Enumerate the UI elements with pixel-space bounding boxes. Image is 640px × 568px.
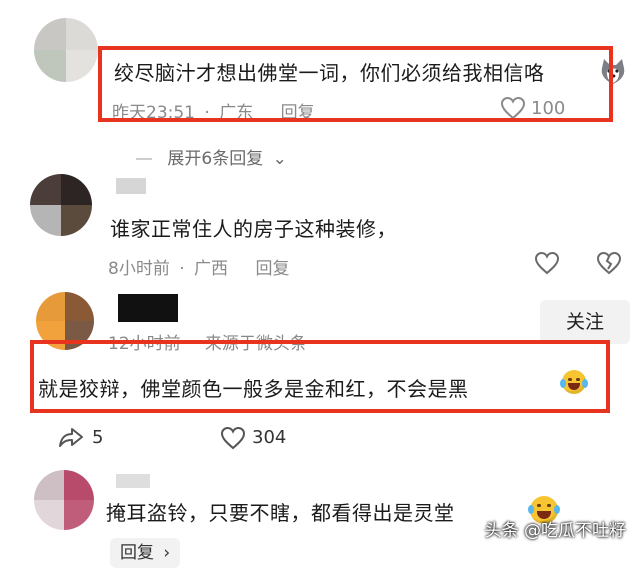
reply-label: 回复: [120, 543, 154, 563]
comment-text: 掩耳盗铃，只要不瞎，都看得出是灵堂: [106, 501, 455, 525]
highlight-box: [30, 340, 610, 413]
avatar[interactable]: [34, 18, 98, 82]
reply-button[interactable]: 回复 ›: [110, 538, 181, 568]
share-icon[interactable]: [58, 426, 84, 448]
username-blurred[interactable]: [116, 178, 146, 194]
broken-heart-icon[interactable]: [596, 251, 622, 275]
comment-location: 广西: [194, 259, 229, 279]
expand-replies-link[interactable]: 展开6条回复 ⌄: [136, 144, 287, 169]
like-icon[interactable]: [220, 426, 246, 450]
chevron-right-icon: ›: [163, 543, 171, 563]
chevron-down-icon: ⌄: [272, 149, 287, 169]
comment-time: 8小时前: [108, 259, 170, 279]
username-blurred[interactable]: [118, 294, 178, 322]
watermark: 头条 @吃瓜不吐籽: [484, 521, 626, 541]
avatar[interactable]: [30, 174, 92, 236]
expand-label: 展开6条回复: [167, 149, 264, 169]
heart-icon[interactable]: [534, 251, 560, 275]
reply-link[interactable]: 回复: [255, 259, 289, 279]
comment-meta: 8小时前 · 广西 回复: [108, 254, 289, 279]
username-blurred[interactable]: [116, 474, 150, 488]
follow-button[interactable]: 关注: [540, 300, 630, 344]
like-count: 304: [252, 427, 287, 448]
meta-separator: ·: [179, 259, 185, 279]
share-count: 5: [92, 427, 104, 448]
highlight-box: [98, 46, 613, 122]
avatar[interactable]: [34, 470, 94, 530]
comment-text: 谁家正常住人的房子这种装修，: [110, 217, 397, 241]
